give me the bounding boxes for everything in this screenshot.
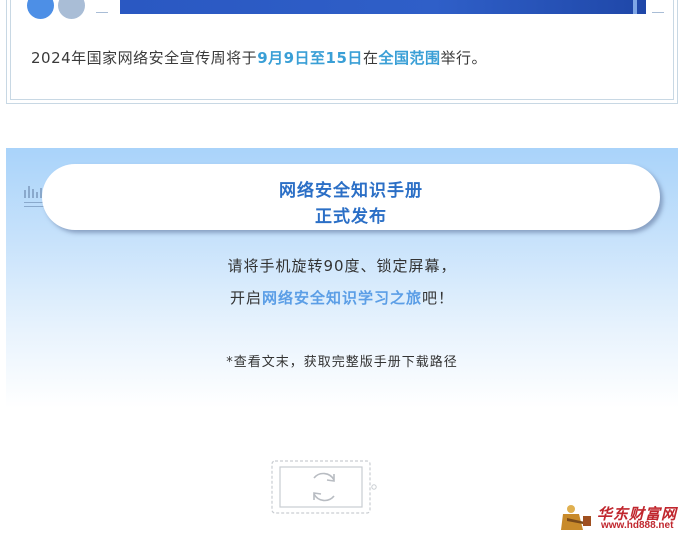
handbook-panel: 网络安全知识手册 正式发布 请将手机旋转90度、锁定屏幕， 开启网络安全知识学习… [6, 148, 678, 408]
journey-highlight: 网络安全知识学习之旅 [261, 289, 422, 307]
notice-segment-5: 举行。 [440, 49, 487, 67]
header-banner-edge [633, 0, 637, 14]
journey-suffix: 吧！ [422, 289, 455, 307]
decor-line-right [652, 12, 664, 13]
rotate-instruction: 请将手机旋转90度、锁定屏幕， [227, 257, 457, 275]
handbook-title-pill: 网络安全知识手册 正式发布 [42, 164, 660, 230]
notice-segment-1: 2024年国家网络安全宣传周将于 [31, 49, 258, 67]
journey-line: 开启网络安全知识学习之旅吧！ [6, 287, 678, 308]
mascot-figure-icon [561, 505, 591, 530]
notice-segment-3: 在 [362, 49, 379, 67]
notice-scope-highlight: 全国范围 [378, 49, 441, 67]
rotate-phone-icon [271, 460, 377, 514]
handbook-subtitle: 正式发布 [315, 207, 387, 227]
notice-text: 2024年国家网络安全宣传周将于9月9日至15日在全国范围举行。 [31, 47, 651, 68]
handbook-title: 网络安全知识手册 [279, 181, 423, 201]
notice-date-highlight: 9月9日至15日 [257, 49, 363, 67]
header-banner-image [120, 0, 646, 14]
download-footnote: *查看文末，获取完整版手册下载路径 [226, 355, 458, 370]
decor-line-left [96, 12, 108, 13]
journey-prefix: 开启 [229, 289, 262, 307]
watermark-url: www.hd888.net [601, 520, 674, 531]
